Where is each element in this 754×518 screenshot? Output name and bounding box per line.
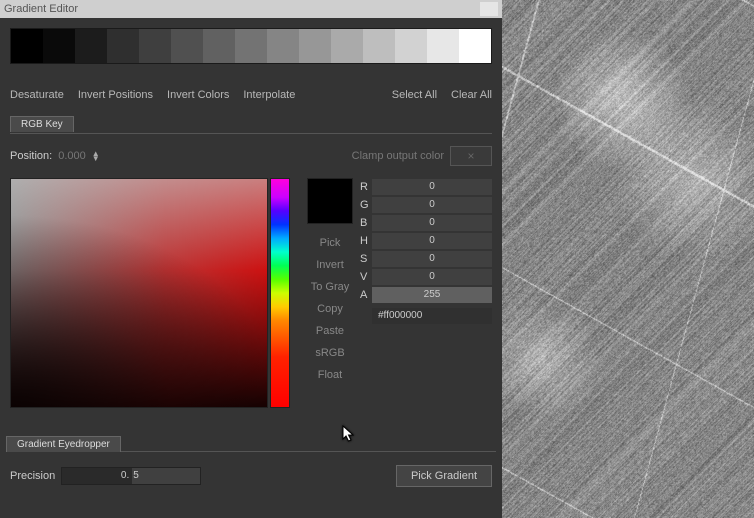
b-field[interactable]: 0 [372,215,492,231]
r-label: R [360,181,372,193]
gradient-stop[interactable] [75,29,107,63]
s-label: S [360,253,372,265]
tab-gradient-eyedropper[interactable]: Gradient Eyedropper [6,436,121,452]
a-field[interactable]: 255 [372,287,492,303]
gradient-stop[interactable] [267,29,299,63]
select-all-link[interactable]: Select All [392,89,437,101]
b-label: B [360,217,372,229]
h-label: H [360,235,372,247]
titlebar-button[interactable] [480,2,498,16]
pick-button[interactable]: Pick [320,237,341,249]
picker-side-buttons: Pick Invert To Gray Copy Paste sRGB Floa… [300,178,360,418]
preview-image [502,0,754,518]
clamp-output-color-label: Clamp output color [352,150,444,162]
window-title: Gradient Editor [4,3,78,15]
invert-positions-link[interactable]: Invert Positions [78,89,153,101]
to-gray-button[interactable]: To Gray [311,281,350,293]
preview-panel [502,0,754,518]
gradient-stop[interactable] [203,29,235,63]
gradient-stop[interactable] [363,29,395,63]
gradient-stop[interactable] [11,29,43,63]
h-field[interactable]: 0 [372,233,492,249]
precision-input[interactable]: 0. 5 [61,467,201,485]
g-label: G [360,199,372,211]
color-picker-area: Pick Invert To Gray Copy Paste sRGB Floa… [10,178,492,418]
bottom-tab-row: Gradient Eyedropper [6,434,496,452]
tab-row: RGB Key [10,114,492,134]
gradient-stop[interactable] [235,29,267,63]
hex-field[interactable]: #ff000000 [372,308,492,324]
position-row: Position: 0.000 ▲▼ Clamp output color × [10,142,492,170]
gradient-stop[interactable] [43,29,75,63]
a-label: A [360,289,372,301]
v-label: V [360,271,372,283]
gradient-stop[interactable] [171,29,203,63]
paste-button[interactable]: Paste [316,325,344,337]
tab-rgb-key[interactable]: RGB Key [10,116,74,132]
close-icon: × [467,149,474,163]
gradient-stop[interactable] [331,29,363,63]
desaturate-link[interactable]: Desaturate [10,89,64,101]
gradient-stop[interactable] [427,29,459,63]
color-picker-canvas[interactable] [10,178,268,408]
position-value[interactable]: 0.000 [58,150,86,162]
gradient-stop[interactable] [107,29,139,63]
gradient-stop[interactable] [395,29,427,63]
v-field[interactable]: 0 [372,269,492,285]
g-field[interactable]: 0 [372,197,492,213]
float-button[interactable]: Float [318,369,342,381]
invert-colors-link[interactable]: Invert Colors [167,89,229,101]
position-spinner[interactable]: ▲▼ [92,151,100,161]
invert-button[interactable]: Invert [316,259,344,271]
precision-row: Precision 0. 5 Pick Gradient [10,458,492,494]
interpolate-link[interactable]: Interpolate [243,89,295,101]
s-field[interactable]: 0 [372,251,492,267]
copy-button[interactable]: Copy [317,303,343,315]
precision-label: Precision [10,470,55,482]
gradient-stop[interactable] [299,29,331,63]
r-field[interactable]: 0 [372,179,492,195]
action-bar: Desaturate Invert Positions Invert Color… [10,82,492,108]
clamp-output-color-toggle[interactable]: × [450,146,492,166]
position-label: Position: [10,150,52,162]
color-preview [307,178,353,224]
color-fields: R0 G0 B0 H0 S0 V0 A255 #ff000000 [360,178,492,418]
window-titlebar: Gradient Editor [0,0,502,18]
pick-gradient-button[interactable]: Pick Gradient [396,465,492,487]
gradient-stop[interactable] [139,29,171,63]
clear-all-link[interactable]: Clear All [451,89,492,101]
gradient-stop[interactable] [459,29,491,63]
srgb-button[interactable]: sRGB [315,347,344,359]
hue-strip[interactable] [270,178,290,408]
gradient-swatch-strip[interactable] [10,28,492,64]
